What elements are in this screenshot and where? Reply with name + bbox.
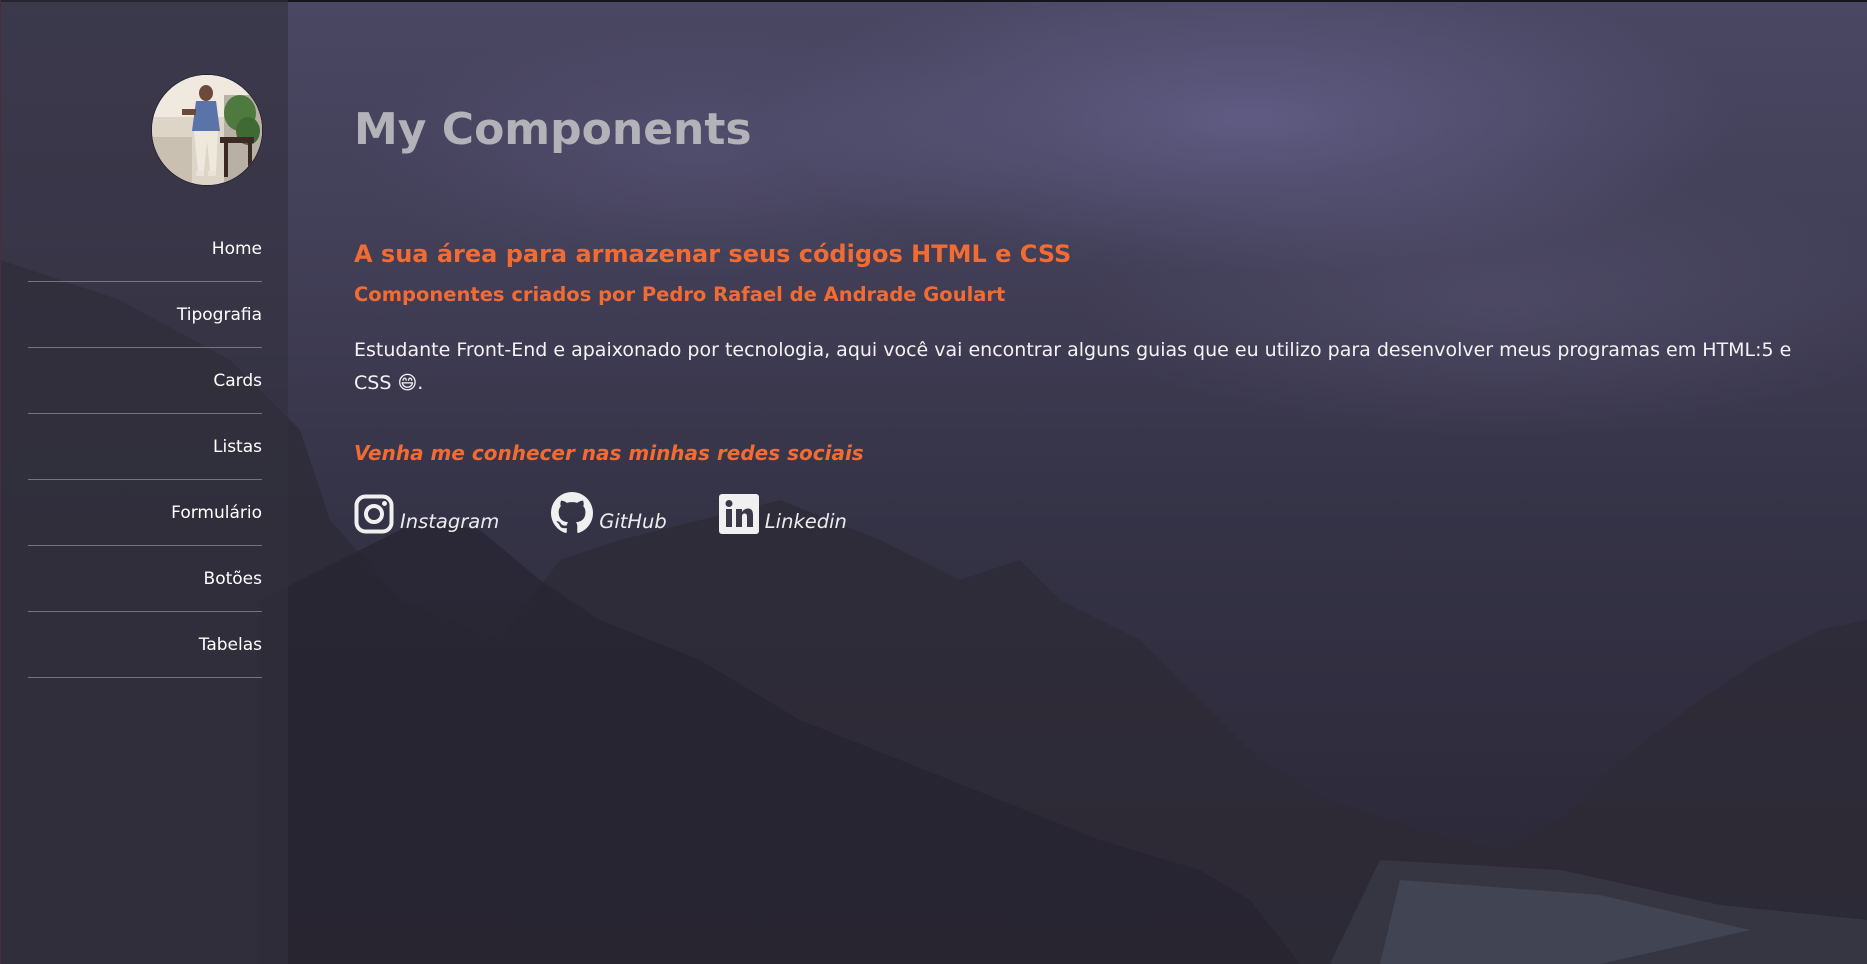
section-heading: A sua área para armazenar seus códigos H… xyxy=(354,240,1072,268)
github-link[interactable]: GitHub xyxy=(551,492,667,534)
sidebar-item-tipografia[interactable]: Tipografia xyxy=(28,282,262,348)
page-title: My Components xyxy=(354,104,752,155)
sidebar-item-listas[interactable]: Listas xyxy=(28,414,262,480)
description-end: . xyxy=(417,372,424,394)
sidebar: Home Tipografia Cards Listas Formulário … xyxy=(0,0,288,964)
linkedin-icon xyxy=(718,494,759,534)
instagram-icon xyxy=(354,494,394,534)
sidebar-item-formulario[interactable]: Formulário xyxy=(28,480,262,546)
smile-emoji-icon: 😄 xyxy=(397,372,418,394)
sidebar-item-botoes[interactable]: Botões xyxy=(28,546,262,612)
github-icon xyxy=(551,492,594,533)
avatar-photo xyxy=(152,75,262,185)
description: Estudante Front-End e apaixonado por tec… xyxy=(354,334,1794,400)
instagram-link[interactable]: Instagram xyxy=(354,494,499,534)
social-heading: Venha me conhecer nas minhas redes socia… xyxy=(354,441,864,465)
linkedin-label: Linkedin xyxy=(764,510,847,533)
description-text: Estudante Front-End e apaixonado por tec… xyxy=(354,339,1792,394)
section-subheading: Componentes criados por Pedro Rafael de … xyxy=(354,283,1006,306)
sidebar-item-tabelas[interactable]: Tabelas xyxy=(28,612,262,678)
sidebar-item-cards[interactable]: Cards xyxy=(28,348,262,414)
instagram-label: Instagram xyxy=(400,510,500,533)
linkedin-link[interactable]: Linkedin xyxy=(718,494,847,534)
sidebar-item-home[interactable]: Home xyxy=(28,216,262,282)
github-label: GitHub xyxy=(599,510,667,533)
sidebar-nav: Home Tipografia Cards Listas Formulário … xyxy=(28,216,262,678)
avatar xyxy=(152,75,262,185)
social-links: Instagram GitHub Linkedin xyxy=(354,492,899,534)
